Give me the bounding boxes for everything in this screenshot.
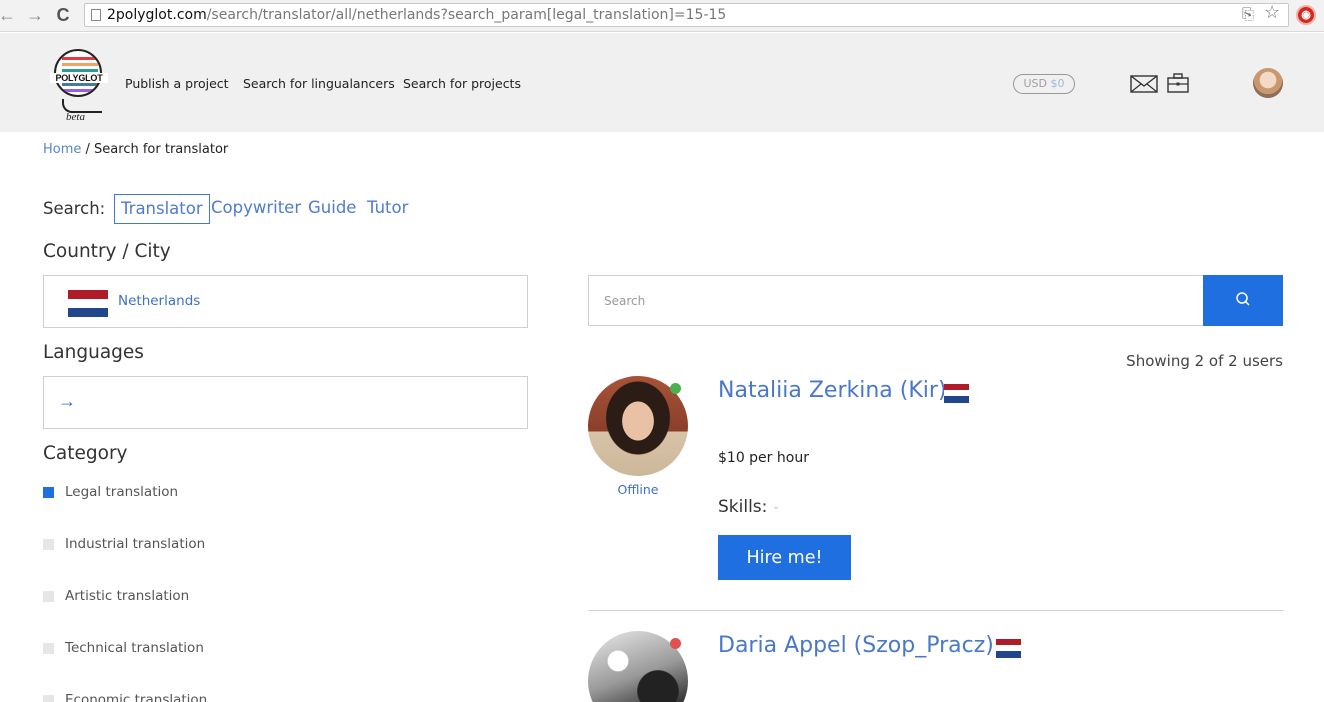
breadcrumb-separator: / bbox=[81, 142, 95, 157]
logo-wordmark: POLYGLOT bbox=[50, 73, 108, 83]
category-label: Artistic translation bbox=[65, 588, 190, 604]
breadcrumb-current: Search for translator bbox=[94, 142, 229, 157]
category-checkbox[interactable] bbox=[43, 487, 54, 498]
languages-selector[interactable]: → bbox=[43, 376, 528, 429]
category-label: Industrial translation bbox=[65, 536, 206, 552]
user-card: Daria Appel (Szop_Pracz) bbox=[588, 631, 1284, 702]
page-icon bbox=[91, 9, 101, 21]
url-host: 2polyglot.com bbox=[107, 7, 207, 23]
balance-currency: USD bbox=[1023, 77, 1047, 90]
online-status-dot bbox=[670, 383, 681, 394]
online-status-dot bbox=[670, 638, 681, 649]
user-name-link[interactable]: Daria Appel (Szop_Pracz) bbox=[718, 633, 994, 658]
address-bar[interactable]: 2polyglot.com/search/translator/all/neth… bbox=[84, 3, 1289, 27]
category-filter-title: Category bbox=[43, 443, 128, 464]
logo-stripe bbox=[62, 83, 98, 86]
tab-guide[interactable]: Guide bbox=[302, 194, 362, 224]
skills-toggle[interactable]: Skills: bbox=[718, 497, 767, 517]
extension-glyph: ◉ bbox=[1301, 9, 1311, 21]
logo-stripe bbox=[62, 89, 98, 92]
adblock-extension-icon[interactable]: ◉ bbox=[1296, 5, 1316, 25]
site-header: POLYGLOT beta Publish a project Search f… bbox=[0, 33, 1324, 132]
briefcase-icon[interactable] bbox=[1167, 73, 1189, 93]
results-count: Showing 2 of 2 users bbox=[1126, 352, 1283, 370]
tab-tutor[interactable]: Tutor bbox=[361, 194, 414, 224]
category-label: Technical translation bbox=[65, 640, 204, 656]
languages-filter-title: Languages bbox=[43, 342, 144, 363]
category-checkbox[interactable] bbox=[43, 643, 54, 654]
reload-icon[interactable]: C bbox=[52, 4, 74, 26]
balance-badge[interactable]: USD $0 bbox=[1013, 74, 1075, 94]
mail-icon[interactable] bbox=[1130, 75, 1158, 93]
category-checkbox[interactable] bbox=[43, 695, 54, 702]
translate-icon[interactable]: ⎘ bbox=[1242, 5, 1254, 25]
arrow-right-icon: → bbox=[58, 391, 76, 411]
search-button[interactable] bbox=[1203, 275, 1283, 326]
hire-button[interactable]: Hire me! bbox=[718, 535, 851, 580]
user-card: Offline Nataliia Zerkina (Kir) $10 per h… bbox=[588, 376, 1284, 596]
country-filter-title: Country / City bbox=[43, 241, 171, 262]
back-icon[interactable]: ← bbox=[0, 4, 18, 26]
breadcrumb-home-link[interactable]: Home bbox=[43, 142, 81, 157]
user-status: Offline bbox=[617, 482, 659, 497]
polyglot-logo[interactable]: POLYGLOT beta bbox=[50, 49, 108, 125]
bookmark-star-icon[interactable]: ☆ bbox=[1264, 2, 1280, 22]
search-type-label: Search: bbox=[43, 199, 106, 218]
netherlands-flag-icon bbox=[996, 639, 1021, 658]
category-label: Economic translation bbox=[65, 692, 208, 702]
card-divider bbox=[588, 610, 1284, 611]
logo-stripe bbox=[62, 57, 98, 60]
country-selector[interactable]: Netherlands bbox=[43, 275, 528, 328]
chevron-down-icon[interactable]: ⌄ bbox=[772, 501, 780, 512]
logo-stripe bbox=[62, 63, 98, 66]
tab-copywriter[interactable]: Copywriter bbox=[205, 194, 307, 224]
netherlands-flag-icon bbox=[68, 290, 108, 317]
balance-amount: $0 bbox=[1050, 77, 1065, 90]
url-path: /search/translator/all/netherlands?searc… bbox=[206, 7, 727, 23]
user-name-link[interactable]: Nataliia Zerkina (Kir) bbox=[718, 378, 947, 403]
user-avatar[interactable] bbox=[1253, 68, 1283, 98]
tab-translator[interactable]: Translator bbox=[114, 194, 210, 224]
user-rate: $10 per hour bbox=[718, 450, 809, 466]
user-search-input[interactable] bbox=[588, 275, 1203, 326]
breadcrumb: Home / Search for translator bbox=[43, 142, 228, 157]
logo-beta-label: beta bbox=[66, 111, 85, 123]
logo-stripe bbox=[62, 69, 98, 72]
browser-toolbar: ← → C 2polyglot.com/search/translator/al… bbox=[0, 0, 1324, 32]
forward-icon[interactable]: → bbox=[24, 4, 46, 26]
country-value: Netherlands bbox=[118, 293, 201, 309]
category-checkbox[interactable] bbox=[43, 539, 54, 550]
category-label: Legal translation bbox=[65, 484, 179, 500]
search-icon bbox=[1236, 292, 1250, 306]
netherlands-flag-icon bbox=[944, 384, 969, 403]
nav-search-projects[interactable]: Search for projects bbox=[403, 76, 521, 91]
category-checkbox[interactable] bbox=[43, 591, 54, 602]
nav-publish-project[interactable]: Publish a project bbox=[125, 76, 229, 91]
nav-search-lingualancers[interactable]: Search for lingualancers bbox=[243, 76, 395, 91]
